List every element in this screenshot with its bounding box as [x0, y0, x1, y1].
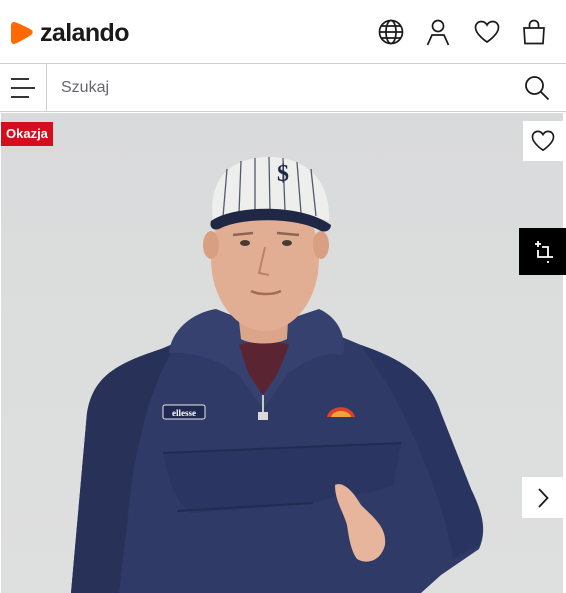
globe-icon — [378, 19, 404, 45]
visual-search-button[interactable] — [519, 228, 566, 275]
heart-icon — [531, 130, 555, 152]
wishlist-button[interactable] — [474, 17, 522, 47]
product-photo: ellesse $ — [71, 156, 484, 593]
image-search-crop-icon — [534, 240, 553, 263]
product-image-carousel[interactable]: ellesse $ Okazja — [1, 113, 563, 593]
add-to-wishlist-button[interactable] — [523, 121, 563, 161]
sale-badge: Okazja — [1, 122, 53, 146]
language-button[interactable] — [378, 17, 426, 47]
header: zalando — [0, 0, 566, 64]
search-icon — [525, 76, 550, 101]
svg-text:$: $ — [277, 161, 289, 187]
bag-icon — [523, 19, 545, 45]
wishlist-icon — [474, 20, 500, 44]
chevron-right-icon — [537, 487, 549, 508]
header-actions — [378, 17, 566, 47]
brand-name: zalando — [40, 18, 129, 47]
account-button[interactable] — [426, 17, 474, 47]
account-icon — [426, 19, 450, 45]
zalando-logo-icon — [11, 22, 33, 44]
next-image-button[interactable] — [522, 477, 563, 518]
search-input[interactable] — [47, 64, 507, 111]
hamburger-menu-icon — [11, 77, 35, 98]
zalando-logo[interactable]: zalando — [10, 20, 129, 46]
search-bar — [0, 63, 566, 112]
jacket-brand-label: ellesse — [172, 408, 196, 418]
bag-button[interactable] — [522, 17, 566, 47]
search-button[interactable] — [522, 73, 552, 103]
menu-button[interactable] — [0, 64, 47, 111]
